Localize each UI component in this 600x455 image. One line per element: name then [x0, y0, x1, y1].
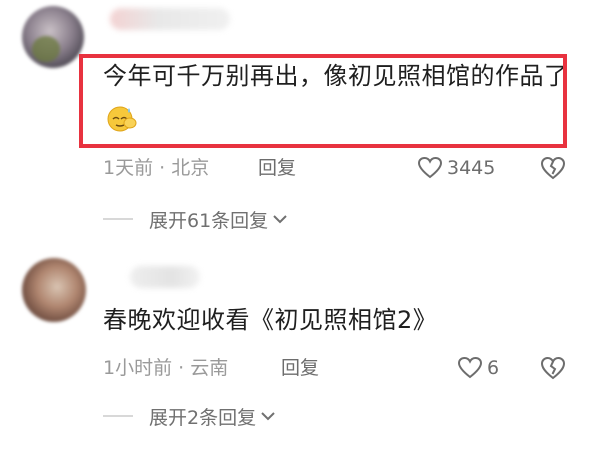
expand-replies-label: 展开2条回复: [149, 406, 257, 429]
like-button[interactable]: 6: [457, 353, 499, 383]
chevron-down-icon: [273, 215, 287, 224]
broken-heart-outline-icon[interactable]: [540, 355, 566, 381]
avatar[interactable]: [22, 6, 84, 68]
divider: [103, 415, 133, 417]
sweat-face-hand-emoji: [107, 106, 137, 132]
like-button[interactable]: 3445: [417, 153, 495, 183]
username-blurred[interactable]: [130, 266, 200, 288]
comment-body: 今年可千万别再出，像初见照相馆的作品了: [103, 62, 569, 90]
like-count: 3445: [447, 157, 496, 179]
comment-item: 今年可千万别再出，像初见照相馆的作品了 1天前 · 北京 回复 3445 展开6…: [0, 0, 600, 238]
comment-text: 今年可千万别再出，像初见照相馆的作品了: [103, 54, 570, 142]
avatar[interactable]: [22, 258, 86, 322]
time-location: 1小时前 · 云南: [103, 357, 229, 379]
username-blurred[interactable]: [110, 8, 230, 30]
comment-meta: 1天前 · 北京 回复 3445: [103, 153, 580, 183]
comment-text: 春晚欢迎收看《初见照相馆2》: [103, 298, 570, 342]
heart-outline-icon: [457, 356, 483, 379]
heart-outline-icon: [417, 156, 443, 179]
reply-button[interactable]: 回复: [258, 153, 296, 183]
expand-replies-label: 展开61条回复: [149, 209, 269, 232]
comment-item: 春晚欢迎收看《初见照相馆2》 1小时前 · 云南 回复 6 展开2条回复: [0, 238, 600, 455]
broken-heart-outline-icon[interactable]: [540, 155, 566, 181]
reply-button[interactable]: 回复: [281, 353, 319, 383]
expand-replies-button[interactable]: 展开2条回复: [103, 401, 276, 431]
like-count: 6: [487, 357, 500, 379]
chevron-down-icon: [261, 412, 275, 421]
expand-replies-button[interactable]: 展开61条回复: [103, 204, 288, 234]
time-location: 1天前 · 北京: [103, 157, 210, 179]
comment-body: 春晚欢迎收看《初见照相馆2》: [103, 306, 438, 334]
divider: [103, 218, 133, 220]
comment-meta: 1小时前 · 云南 回复 6: [103, 353, 580, 383]
